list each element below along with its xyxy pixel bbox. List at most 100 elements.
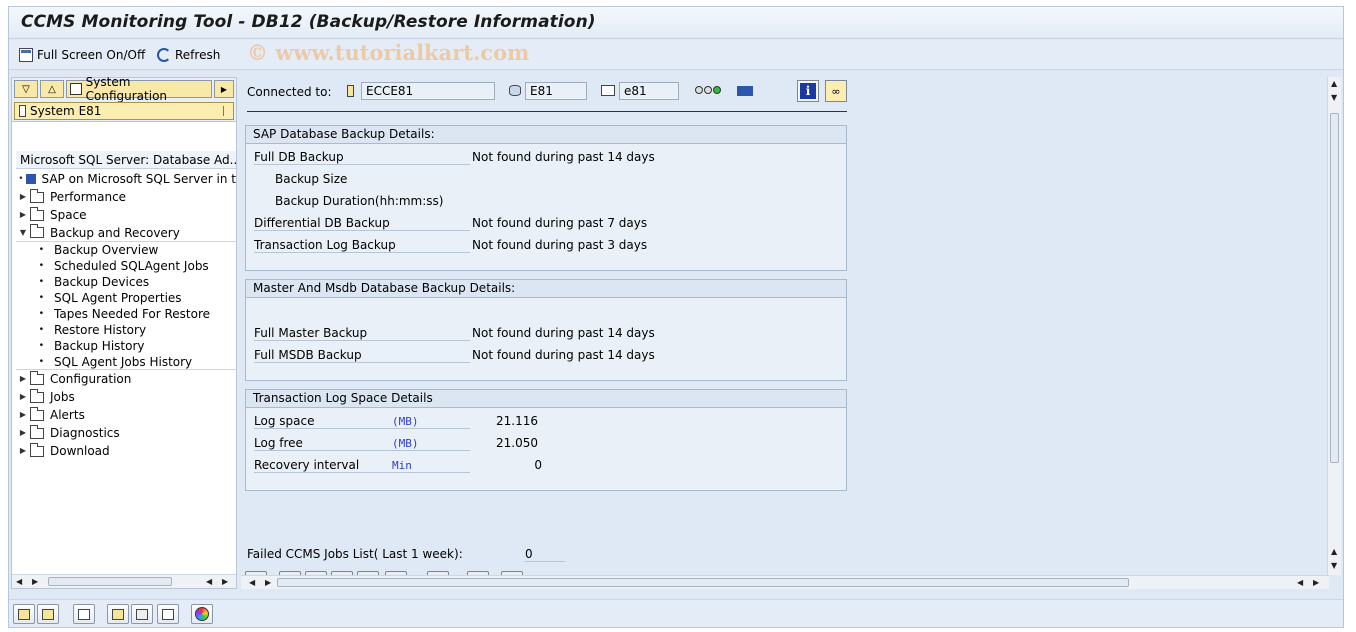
refresh-button[interactable]: Refresh — [157, 45, 220, 65]
collapse-all-button[interactable]: △ — [40, 80, 64, 98]
full-msdb-backup-value: Not found during past 14 days — [472, 348, 655, 362]
print-setup-button[interactable] — [107, 604, 129, 624]
server-icon — [347, 85, 354, 97]
group-title: Transaction Log Space Details — [246, 390, 846, 408]
collapse-arrow-icon[interactable]: ▼ — [16, 224, 30, 242]
tree-item-backup-devices[interactable]: • Backup Devices — [16, 274, 236, 290]
transaction-log-backup-value: Not found during past 3 days — [472, 238, 648, 252]
tree-item-tapes-needed[interactable]: • Tapes Needed For Restore — [16, 306, 236, 322]
tree-item-space[interactable]: ▶ Space — [16, 206, 236, 224]
folder-icon — [30, 442, 44, 457]
sap-window: CCMS Monitoring Tool - DB12 (Backup/Rest… — [8, 6, 1344, 628]
bottom-toolbar — [9, 599, 1343, 627]
recovery-interval-label: Recovery interval — [254, 458, 392, 473]
tree-item-label: SQL Agent Properties — [54, 291, 182, 305]
main-vertical-scrollbar[interactable]: ▲ ▼ ▲ ▼ — [1327, 77, 1341, 575]
log-space-label: Log space — [254, 414, 392, 429]
scroll-right-icon[interactable]: ▶ — [32, 577, 38, 586]
expand-arrow-icon[interactable]: ▶ — [16, 406, 30, 424]
expand-arrow-icon[interactable]: ▶ — [16, 442, 30, 460]
transaction-log-backup-label: Transaction Log Backup — [254, 238, 470, 253]
scroll-right-icon[interactable]: ▶ — [1313, 578, 1319, 587]
bullet-icon: • — [38, 277, 44, 287]
scroll-left-icon[interactable]: ◀ — [249, 578, 255, 587]
log-free-unit: (MB) — [392, 437, 470, 451]
tree-item-backup-recovery[interactable]: ▼ Backup and Recovery — [16, 224, 236, 242]
log-space-unit: (MB) — [392, 415, 470, 429]
system-select[interactable]: System E81 — [14, 102, 234, 120]
scroll-left-icon[interactable]: ◀ — [206, 577, 212, 586]
open-folder-button[interactable] — [13, 604, 35, 624]
tree-item-diagnostics[interactable]: ▶ Diagnostics — [16, 424, 236, 442]
scroll-left-icon[interactable]: ◀ — [16, 577, 22, 586]
expand-arrow-icon[interactable]: ▶ — [16, 424, 30, 442]
scroll-down-icon[interactable]: ▼ — [1331, 93, 1337, 102]
system-configuration-button[interactable]: System Configuration — [66, 75, 212, 103]
tree-item-label: Scheduled SQLAgent Jobs — [54, 259, 209, 273]
main-horizontal-scrollbar[interactable]: ◀ ▶ ◀ ▶ — [241, 575, 1329, 589]
scrollbar-thumb[interactable] — [48, 577, 172, 586]
tree-item-label: Jobs — [50, 390, 75, 404]
bullet-icon: • — [38, 309, 44, 319]
tree-item-restore-history[interactable]: • Restore History — [16, 322, 236, 338]
tree-item-root[interactable]: • SAP on Microsoft SQL Server in t — [16, 170, 236, 188]
tree-item-label: Tapes Needed For Restore — [54, 307, 211, 321]
scrollbar-thumb[interactable] — [1330, 113, 1339, 463]
delete-button[interactable] — [131, 604, 153, 624]
edit-button[interactable] — [73, 604, 95, 624]
scroll-right-icon[interactable]: ▶ — [265, 578, 271, 587]
tree-item-backup-overview[interactable]: • Backup Overview — [16, 242, 236, 258]
tree-item-label: Restore History — [54, 323, 147, 337]
folder-icon — [30, 406, 44, 421]
navigation-horizontal-scrollbar[interactable]: ◀ ▶ ◀ ▶ — [12, 574, 236, 588]
tree-item-backup-history[interactable]: • Backup History — [16, 338, 236, 354]
tree-item-label: Space — [50, 208, 87, 222]
expand-arrow-icon[interactable]: ▶ — [16, 388, 30, 406]
tree-item-performance[interactable]: ▶ Performance — [16, 188, 236, 206]
folder-icon — [30, 206, 44, 221]
window-title: CCMS Monitoring Tool - DB12 (Backup/Rest… — [21, 12, 596, 32]
tree-item-label: Backup Devices — [54, 275, 150, 289]
tree-item-jobs[interactable]: ▶ Jobs — [16, 388, 236, 406]
tree-item-download[interactable]: ▶ Download — [16, 442, 236, 460]
full-db-backup-label: Full DB Backup — [254, 150, 470, 165]
tree-item-sql-agent-jobs-history[interactable]: • SQL Agent Jobs History — [16, 354, 236, 370]
scrollbar-thumb[interactable] — [277, 578, 1129, 587]
tlog-space-group: Transaction Log Space Details Log space … — [245, 389, 847, 491]
collapse-icon: △ — [48, 83, 56, 95]
save-folder-button[interactable] — [37, 604, 59, 624]
info-button[interactable]: i — [797, 80, 819, 102]
scroll-right-icon[interactable]: ▶ — [222, 577, 228, 586]
tree-item-sql-agent-properties[interactable]: • SQL Agent Properties — [16, 290, 236, 306]
application-toolbar: Full Screen On/Off Refresh © www.tutoria… — [9, 40, 1343, 70]
toolbar-more-button[interactable]: ▶ — [214, 80, 234, 98]
expand-arrow-icon[interactable]: ▶ — [16, 188, 30, 206]
tree-item-alerts[interactable]: ▶ Alerts — [16, 406, 236, 424]
tree-item-configuration[interactable]: ▶ Configuration — [16, 370, 236, 388]
status-lights-icon — [695, 86, 721, 94]
chevron-right-icon: ▶ — [220, 84, 228, 94]
scroll-down-icon[interactable]: ▼ — [1331, 561, 1337, 570]
expand-arrow-icon[interactable]: ▶ — [16, 206, 30, 224]
scroll-up-icon[interactable]: ▲ — [1331, 547, 1337, 556]
expand-all-button[interactable]: ▽ — [14, 80, 38, 98]
scroll-up-icon[interactable]: ▲ — [1331, 79, 1337, 88]
recovery-interval-value: 0 — [534, 458, 542, 472]
fullscreen-icon — [19, 48, 33, 62]
fullscreen-toggle-button[interactable]: Full Screen On/Off — [19, 45, 145, 65]
scroll-left-icon[interactable]: ◀ — [1297, 578, 1303, 587]
navigation-tree: • SAP on Microsoft SQL Server in t ▶ Per… — [16, 170, 236, 460]
navigation-panel: ▽ △ System Configuration ▶ System E81 Mi… — [11, 75, 237, 589]
printer-icon — [112, 608, 124, 620]
print-button[interactable] — [157, 604, 179, 624]
chart-button[interactable] — [191, 604, 213, 624]
log-free-value: 21.050 — [496, 436, 538, 450]
system-select-value: System E81 — [30, 104, 102, 118]
tree-item-label: Download — [50, 444, 110, 458]
bullet-icon: • — [38, 341, 44, 351]
full-master-backup-label: Full Master Backup — [254, 326, 470, 341]
expand-arrow-icon[interactable]: ▶ — [16, 370, 30, 388]
tree-item-scheduled-jobs[interactable]: • Scheduled SQLAgent Jobs — [16, 258, 236, 274]
glasses-button[interactable]: ∞ — [825, 80, 847, 102]
schema-field: e81 — [619, 82, 679, 100]
